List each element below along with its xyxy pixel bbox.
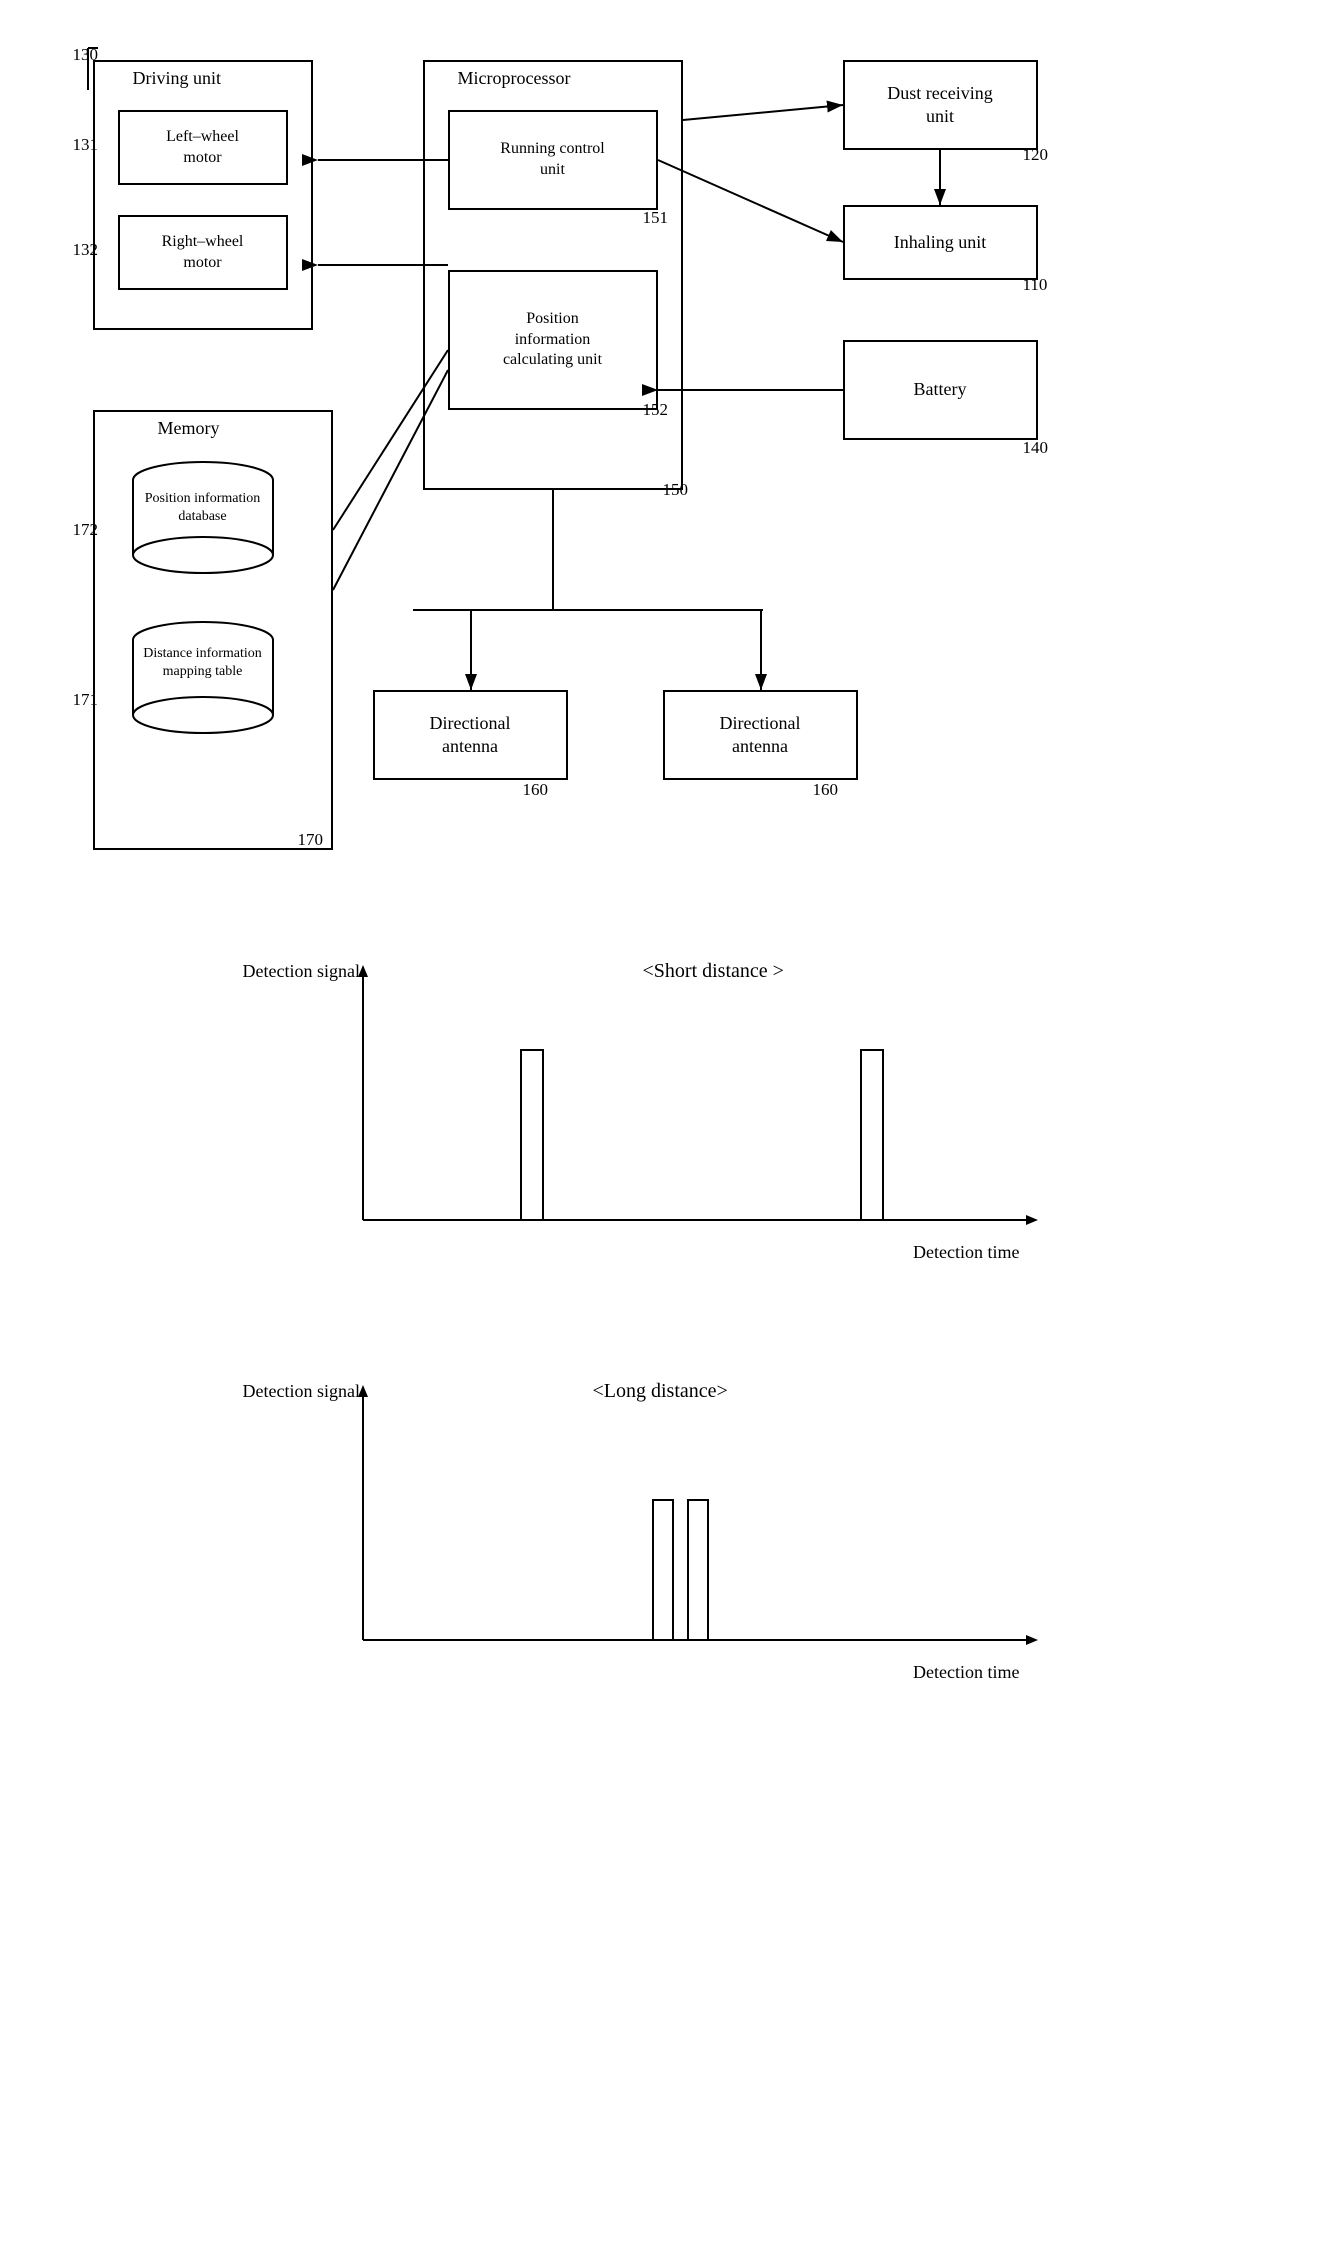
ref-152: 152 xyxy=(643,400,669,420)
microprocessor-label: Microprocessor xyxy=(458,68,571,89)
right-wheel-box: Right–wheel motor xyxy=(118,215,288,290)
ref-120: 120 xyxy=(1023,145,1049,165)
ref-151: 151 xyxy=(643,208,669,228)
chart2-svg: Detection time xyxy=(213,1370,1113,1710)
left-wheel-box: Left–wheel motor xyxy=(118,110,288,185)
pos-info-calc-label: Position information calculating unit xyxy=(503,309,602,371)
memory-label: Memory xyxy=(158,418,220,439)
svg-text:Detection time: Detection time xyxy=(913,1662,1019,1682)
dist-info-map-label: Distance information mapping table xyxy=(128,645,278,681)
ref-140: 140 xyxy=(1023,438,1049,458)
diagram1: 130 Driving unit Left–wheel motor Right–… xyxy=(63,30,1263,890)
ref-160-right: 160 xyxy=(813,780,839,800)
dust-receiving-box: Dust receiving unit xyxy=(843,60,1038,150)
ref-172: 172 xyxy=(73,520,99,540)
driving-unit-label: Driving unit xyxy=(133,68,222,89)
ref-170: 170 xyxy=(298,830,324,850)
charts-section: Detection signal <Short distance > D xyxy=(40,950,1285,1710)
ref-110: 110 xyxy=(1023,275,1048,295)
dir-antenna-right-label: Directional antenna xyxy=(720,712,801,759)
dir-antenna-right-box: Directional antenna xyxy=(663,690,858,780)
right-wheel-label: Right–wheel motor xyxy=(162,232,244,274)
running-control-label: Running control unit xyxy=(500,139,604,181)
svg-text:Detection time: Detection time xyxy=(913,1242,1019,1262)
chart1-svg: Detection time xyxy=(213,950,1113,1290)
ref-171: 171 xyxy=(73,690,99,710)
battery-label: Battery xyxy=(914,378,967,401)
ref-160-left: 160 xyxy=(523,780,549,800)
inhaling-unit-label: Inhaling unit xyxy=(894,231,987,254)
dir-antenna-left-label: Directional antenna xyxy=(430,712,511,759)
running-control-box: Running control unit xyxy=(448,110,658,210)
dist-info-map-cylinder: Distance information mapping table xyxy=(123,620,283,755)
pos-info-db-cylinder: Position information database xyxy=(123,460,283,595)
left-wheel-label: Left–wheel motor xyxy=(166,127,239,169)
inhaling-unit-box: Inhaling unit xyxy=(843,205,1038,280)
ref-150: 150 xyxy=(663,480,689,500)
dir-antenna-left-box: Directional antenna xyxy=(373,690,568,780)
chart2-container: Detection signal <Long distance> Detecti… xyxy=(213,1370,1113,1710)
ref-131: 131 xyxy=(73,135,99,155)
pos-info-calc-box: Position information calculating unit xyxy=(448,270,658,410)
ref-132: 132 xyxy=(73,240,99,260)
dust-receiving-label: Dust receiving unit xyxy=(887,82,992,129)
pos-info-db-label: Position information database xyxy=(133,490,273,526)
battery-box: Battery xyxy=(843,340,1038,440)
page: 130 Driving unit Left–wheel motor Right–… xyxy=(0,0,1325,2252)
chart1-container: Detection signal <Short distance > D xyxy=(213,950,1113,1290)
